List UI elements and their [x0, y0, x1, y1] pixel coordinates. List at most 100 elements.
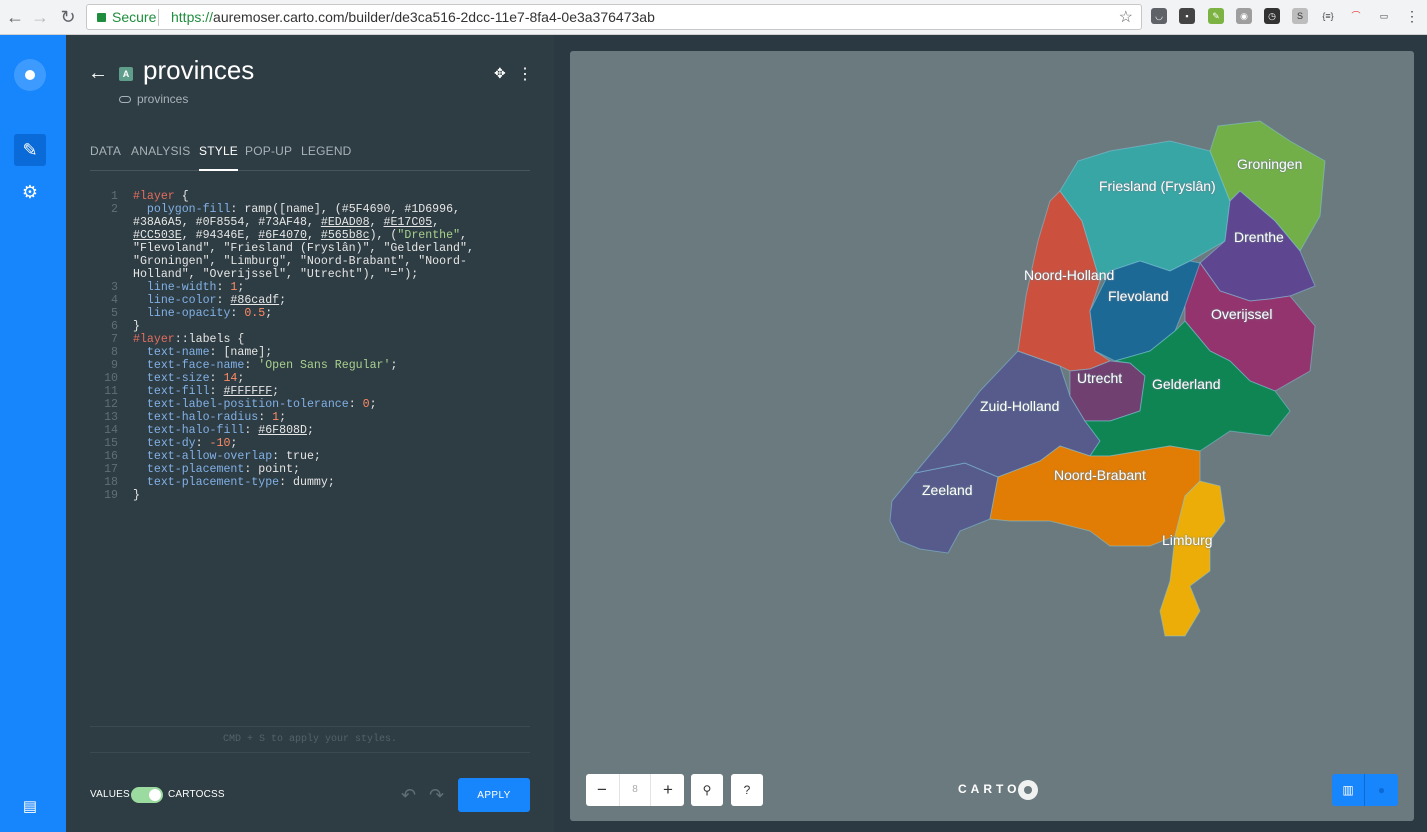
address-bar[interactable]: Secure https://auremoser.carto.com/build… — [86, 4, 1142, 30]
code-token: : — [216, 281, 231, 294]
more-options-icon[interactable]: ⋮ — [517, 64, 533, 84]
line-number: 14 — [104, 424, 118, 437]
code-token: text-dy — [146, 437, 196, 450]
sliders-icon[interactable]: ⚙ — [14, 176, 46, 208]
zoom-in-button[interactable]: + — [652, 774, 684, 806]
reload-icon[interactable]: ↻ — [57, 6, 79, 28]
code-line[interactable]: 16 text-allow-overlap: true; — [90, 450, 321, 463]
code-token: , — [306, 229, 321, 242]
code-token: { — [174, 190, 189, 203]
code-line[interactable]: 1 #layer { — [90, 190, 189, 203]
code-token: : — [348, 398, 363, 411]
code-line[interactable]: 12 text-label-position-tolerance: 0; — [90, 398, 376, 411]
apply-button[interactable]: APPLY — [458, 778, 530, 812]
code-token: , — [369, 216, 384, 229]
redo-icon[interactable]: ↷ — [429, 785, 444, 806]
code-token: : — [216, 294, 231, 307]
browser-toolbar: ← → ↻ Secure https://auremoser.carto.com… — [0, 0, 1427, 35]
code-token: } — [133, 489, 140, 502]
code-line[interactable]: 5 line-opacity: 0.5; — [90, 307, 272, 320]
move-icon[interactable]: ✥ — [494, 65, 506, 82]
code-line[interactable]: 7 #layer::labels { — [90, 333, 244, 346]
code-line[interactable]: Holland", "Overijssel", "Utrecht"), "=")… — [90, 268, 418, 281]
code-token: -10 — [209, 437, 231, 450]
layer-title[interactable]: provinces — [143, 55, 254, 86]
undo-icon[interactable]: ↶ — [401, 785, 416, 806]
line-number: 10 — [104, 372, 118, 385]
search-button[interactable]: ⚲ — [691, 774, 723, 806]
notification-extension-icon[interactable]: ◷ — [1264, 8, 1280, 24]
link-icon — [119, 96, 131, 103]
cast-icon[interactable]: ▭ — [1376, 8, 1392, 24]
code-line[interactable]: #38A6A5, #0F8554, #73AF48, #EDAD08, #E17… — [90, 216, 439, 229]
extension-icon[interactable]: ▪ — [1179, 8, 1195, 24]
bookmark-star-icon[interactable]: ☆ — [1119, 7, 1133, 27]
values-cartocss-toggle[interactable] — [131, 787, 163, 803]
back-arrow-icon[interactable]: ← — [88, 62, 108, 85]
code-token: ; — [272, 385, 280, 398]
map-canvas[interactable]: Groningen Friesland (Fryslân) Drenthe Noord… — [570, 51, 1414, 821]
code-line[interactable]: 15 text-dy: -10; — [90, 437, 237, 450]
camera-extension-icon[interactable]: ◉ — [1236, 8, 1252, 24]
code-token: text-size — [146, 372, 210, 385]
code-line[interactable]: #CC503E, #94346E, #6F4070, #565b8c), ("D… — [90, 229, 467, 242]
code-line[interactable]: 2 polygon-fill: ramp([name], (#5F4690, #… — [90, 203, 460, 216]
code-line[interactable]: 10 text-size: 14; — [90, 372, 244, 385]
code-line[interactable]: 3 line-width: 1; — [90, 281, 244, 294]
help-button[interactable]: ? — [731, 774, 763, 806]
tab-style[interactable]: STYLE — [199, 144, 239, 171]
code-line[interactable]: 14 text-halo-fill: #6F808D; — [90, 424, 314, 437]
code-line[interactable]: 18 text-placement-type: dummy; — [90, 476, 335, 489]
carto-logo-icon[interactable] — [14, 59, 46, 91]
s-extension-icon[interactable]: S — [1292, 8, 1308, 24]
tab-analysis[interactable]: ANALYSIS — [131, 144, 190, 171]
code-line[interactable]: 19} — [90, 489, 140, 502]
line-number: 3 — [111, 281, 118, 294]
layer-source: provinces — [119, 92, 188, 106]
tab-data[interactable]: DATA — [90, 144, 121, 171]
code-line[interactable]: "Flevoland", "Friesland (Fryslân)", "Gel… — [90, 242, 474, 255]
province-zeeland[interactable] — [889, 462, 999, 554]
code-token: } — [133, 320, 140, 333]
table-view-icon[interactable]: ▥ — [1332, 774, 1365, 806]
menu-kebab-icon[interactable]: ⋮ — [1404, 8, 1420, 24]
forward-arrow-icon[interactable]: → — [29, 6, 51, 28]
rainbow-extension-icon[interactable]: ⌒ — [1348, 8, 1364, 24]
code-token: , #94346E, — [181, 229, 259, 242]
province-label: Drenthe — [1234, 229, 1284, 245]
code-token: : — [209, 385, 224, 398]
cartocss-code-editor[interactable]: 1 #layer {2 polygon-fill: ramp([name], (#… — [90, 190, 530, 726]
code-line[interactable]: 17 text-placement: point; — [90, 463, 300, 476]
code-line[interactable]: 9 text-face-name: 'Open Sans Regular'; — [90, 359, 397, 372]
code-token: text-face-name — [146, 359, 245, 372]
eyedropper-extension-icon[interactable]: ✎ — [1208, 8, 1224, 24]
editor-hint: CMD + S to apply your styles. — [90, 726, 530, 753]
json-extension-icon[interactable]: {≡} — [1320, 8, 1336, 24]
code-token: text-name — [146, 346, 210, 359]
line-number: 8 — [111, 346, 118, 359]
tab-legend[interactable]: LEGEND — [301, 144, 352, 171]
code-line[interactable]: 8 text-name: [name]; — [90, 346, 272, 359]
province-label: Noord-Brabant — [1054, 467, 1146, 483]
code-line[interactable]: 13 text-halo-radius: 1; — [90, 411, 286, 424]
chat-icon[interactable]: ▤ — [14, 791, 46, 823]
code-line[interactable]: "Groningen", "Limburg", "Noord-Brabant",… — [90, 255, 467, 268]
back-arrow-icon[interactable]: ← — [4, 6, 26, 28]
code-line[interactable]: 4 line-color: #86cadf; — [90, 294, 286, 307]
code-line[interactable]: 6} — [90, 320, 140, 333]
editor-tabs: DATA ANALYSIS STYLE POP-UP LEGEND — [90, 142, 530, 171]
url-text[interactable]: https://auremoser.carto.com/builder/de3c… — [171, 9, 655, 25]
left-navigation: ✎ ⚙ ▤ — [0, 35, 66, 832]
tab-pop-up[interactable]: POP-UP — [245, 144, 292, 171]
map-pin-icon[interactable]: ● — [1365, 774, 1398, 806]
pencil-icon[interactable]: ✎ — [14, 134, 46, 166]
address-separator — [158, 9, 159, 26]
code-token: ; — [237, 372, 245, 385]
pocket-extension-icon[interactable]: ◡ — [1151, 8, 1167, 24]
zoom-out-button[interactable]: − — [586, 774, 618, 806]
code-line[interactable]: 11 text-fill: #FFFFFF; — [90, 385, 279, 398]
secure-indicator[interactable]: Secure — [97, 9, 156, 25]
